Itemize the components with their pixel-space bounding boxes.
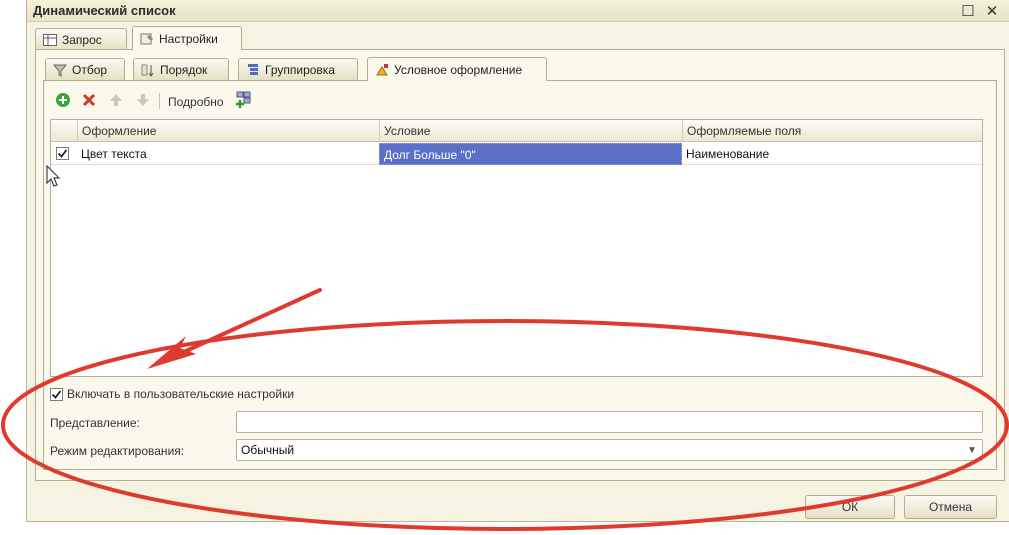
cell-condition[interactable]: Долг Больше "0" (379, 143, 682, 165)
tab-settings[interactable]: Настройки (132, 26, 242, 50)
arrow-up-icon (109, 93, 123, 110)
move-up-button[interactable] (107, 92, 125, 110)
column-header-condition[interactable]: Условие (379, 120, 682, 142)
cell-fields[interactable]: Наименование (682, 143, 982, 165)
cancel-button[interactable]: Отмена (904, 495, 997, 519)
delete-button[interactable] (80, 92, 98, 110)
row-enabled-checkbox[interactable] (56, 147, 69, 160)
cell-appearance[interactable]: Цвет текста (77, 143, 379, 165)
filter-icon (52, 63, 68, 77)
tab-order[interactable]: Порядок (133, 58, 229, 80)
window-title: Динамический список (33, 3, 176, 18)
tab-grouping-label: Группировка (265, 62, 335, 77)
column-header-fields[interactable]: Оформляемые поля (682, 120, 982, 142)
paint-icon (374, 63, 390, 77)
sort-icon (140, 63, 156, 77)
tab-filter-label: Отбор (72, 62, 108, 77)
tab-query-label: Запрос (62, 32, 102, 47)
add-icon (55, 92, 71, 111)
tab-grouping[interactable]: Группировка (238, 58, 358, 80)
arrow-down-icon (136, 93, 150, 110)
edit-mode-label: Режим редактирования: (50, 444, 185, 458)
move-down-button[interactable] (134, 92, 152, 110)
title-bar: Динамический список ☐ ✕ (27, 0, 1009, 22)
chevron-down-icon[interactable]: ▼ (962, 440, 982, 460)
ok-button[interactable]: ОК (805, 495, 895, 519)
tab-settings-label: Настройки (159, 31, 218, 46)
table-icon (42, 33, 58, 47)
field-settings-button[interactable] (235, 91, 253, 112)
include-user-settings-checkbox[interactable] (50, 388, 63, 401)
wrench-icon (139, 32, 155, 46)
close-icon[interactable]: ✕ (983, 2, 1001, 20)
table-header: Оформление Условие Оформляемые поля (51, 120, 982, 142)
check-column-header (51, 120, 77, 142)
grouping-icon (245, 63, 261, 77)
tab-filter[interactable]: Отбор (45, 58, 125, 80)
add-button[interactable] (54, 92, 72, 110)
delete-icon (82, 93, 96, 110)
conditional-format-table[interactable]: Оформление Условие Оформляемые поля Цвет… (50, 119, 983, 377)
tab-conditional-format[interactable]: Условное оформление (367, 57, 547, 81)
tab-conditional-format-label: Условное оформление (394, 62, 523, 77)
tab-order-label: Порядок (160, 62, 208, 77)
column-header-appearance[interactable]: Оформление (77, 120, 379, 142)
presentation-input[interactable] (236, 411, 983, 433)
edit-mode-value: Обычный (241, 443, 295, 457)
field-settings-icon (235, 91, 253, 112)
table-row[interactable]: Цвет текста Долг Больше "0" Наименование (51, 143, 982, 165)
edit-mode-select[interactable]: Обычный ▼ (236, 439, 983, 461)
tab-query[interactable]: Запрос (35, 28, 127, 50)
presentation-label: Представление: (50, 416, 140, 430)
maximize-icon[interactable]: ☐ (959, 2, 977, 20)
include-user-settings-label: Включать в пользовательские настройки (67, 387, 295, 401)
toolbar-separator (159, 93, 160, 109)
details-button[interactable]: Подробно (168, 95, 224, 109)
